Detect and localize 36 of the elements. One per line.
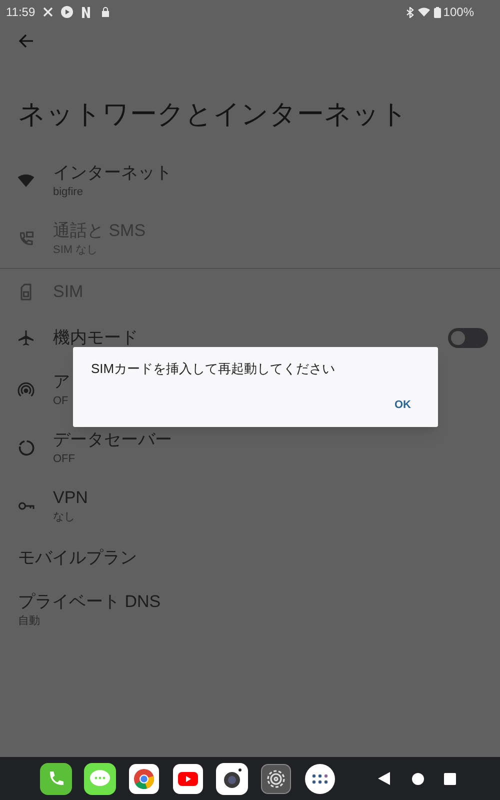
recents-icon[interactable] xyxy=(444,772,456,784)
setting-title[interactable]: プライベート DNS xyxy=(18,591,161,613)
ok-button[interactable]: OK xyxy=(392,396,413,413)
hotspot-icon xyxy=(17,381,35,399)
back-icon[interactable] xyxy=(378,772,390,785)
x-logo-icon xyxy=(43,7,54,17)
bluetooth-icon xyxy=(406,6,414,18)
settings-app-icon[interactable] xyxy=(261,764,291,794)
battery-percent: 100% xyxy=(443,4,474,21)
back-arrow-icon xyxy=(18,33,34,49)
setting-title[interactable]: 機内モード xyxy=(53,327,138,349)
browser-app-icon[interactable] xyxy=(129,764,159,794)
battery-icon xyxy=(434,6,442,18)
lock-icon xyxy=(102,7,110,17)
toggle-switch[interactable] xyxy=(448,328,488,348)
setting-title[interactable]: VPN xyxy=(53,487,88,509)
data-saver-icon xyxy=(17,439,35,457)
camera-app-icon[interactable] xyxy=(216,762,248,794)
video-app-icon[interactable] xyxy=(173,764,203,794)
app-drawer-icon[interactable] xyxy=(305,764,335,794)
setting-title[interactable]: モバイルプラン xyxy=(18,547,137,569)
messages-app-icon[interactable] xyxy=(84,762,116,794)
play-icon xyxy=(61,6,74,18)
setting-title[interactable]: ア xyxy=(53,371,70,393)
wifi-icon xyxy=(418,7,430,17)
phone-app-icon[interactable] xyxy=(40,762,72,794)
phone-icon xyxy=(17,230,35,248)
back-button[interactable] xyxy=(17,32,35,50)
dialog-message: SIMカードを挿入して再起動してください xyxy=(91,361,336,377)
page-title: ネットワークとインターネット xyxy=(18,98,409,131)
airplane-icon xyxy=(17,329,35,347)
status-time: 11:59 xyxy=(6,4,36,21)
setting-title[interactable]: データセーバー xyxy=(53,429,172,451)
n-logo-icon xyxy=(82,6,90,18)
home-icon[interactable] xyxy=(412,772,424,784)
setting-title[interactable]: インターネット xyxy=(53,162,172,184)
